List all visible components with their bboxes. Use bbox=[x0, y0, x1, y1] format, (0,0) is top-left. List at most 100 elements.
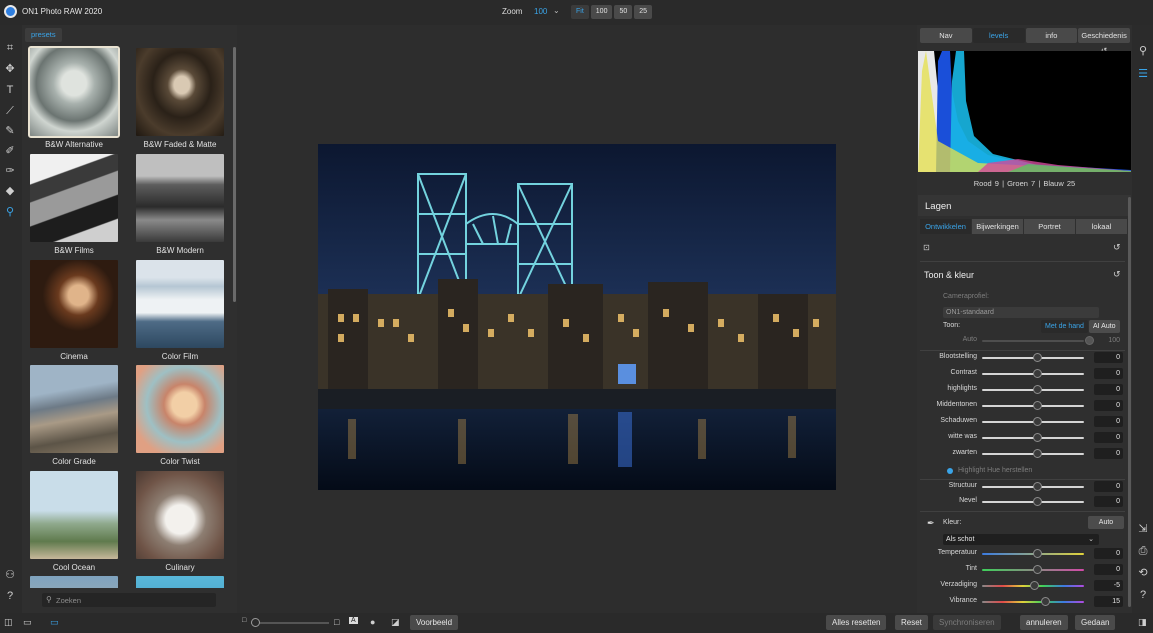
compare-icon[interactable]: □ bbox=[334, 617, 339, 627]
chevron-down-icon[interactable]: ⌄ bbox=[553, 6, 560, 15]
exposure-slider[interactable]: Blootstelling 0 bbox=[917, 352, 1127, 364]
adjustment-brush-icon[interactable]: ✐ bbox=[3, 144, 17, 158]
highlight-hue-toggle[interactable] bbox=[947, 468, 953, 474]
slider-knob[interactable] bbox=[1033, 497, 1042, 506]
zoom-100-button[interactable]: 100 bbox=[590, 5, 613, 19]
masking-brush-icon[interactable]: ✎ bbox=[3, 124, 17, 138]
search-input[interactable] bbox=[56, 594, 211, 606]
slider-knob[interactable] bbox=[1033, 433, 1042, 442]
tone-color-title[interactable]: Toon & kleur bbox=[924, 270, 974, 280]
slider-knob[interactable] bbox=[1033, 482, 1042, 491]
help-icon[interactable]: ? bbox=[3, 589, 17, 603]
slider-knob[interactable] bbox=[1041, 597, 1050, 606]
presets-tab[interactable]: presets bbox=[25, 28, 62, 42]
blacks-slider[interactable]: zwarten 0 bbox=[917, 448, 1127, 460]
preview-button[interactable]: Voorbeeld bbox=[410, 615, 459, 630]
highlights-slider[interactable]: highlights 0 bbox=[917, 384, 1127, 396]
tab-portrait[interactable]: Portret bbox=[1024, 219, 1075, 234]
reset-button[interactable]: Reset bbox=[895, 615, 928, 630]
slider-knob[interactable] bbox=[251, 618, 260, 627]
preset-category[interactable]: Color Grade bbox=[29, 365, 119, 466]
slider-knob[interactable] bbox=[1030, 581, 1039, 590]
tab-local[interactable]: lokaal bbox=[1076, 219, 1127, 234]
haze-slider[interactable]: Nevel 0 bbox=[917, 496, 1127, 508]
clone-stamp-icon[interactable]: ◆ bbox=[3, 184, 17, 198]
slider-value[interactable]: 0 bbox=[1094, 352, 1123, 363]
edit-sliders-icon[interactable]: ☰ bbox=[1136, 67, 1150, 81]
slider-value[interactable]: 0 bbox=[1094, 448, 1123, 459]
preset-category[interactable] bbox=[29, 576, 119, 588]
slider-value[interactable]: 0 bbox=[1094, 496, 1123, 507]
sync-button[interactable]: Synchroniseren bbox=[933, 615, 1001, 630]
auto-text-icon[interactable]: A bbox=[349, 617, 358, 624]
structure-slider[interactable]: Structuur 0 bbox=[917, 481, 1127, 493]
slider-knob[interactable] bbox=[1085, 336, 1094, 345]
reset-all-button[interactable]: Alles resetten bbox=[826, 615, 887, 630]
slider-value[interactable]: 0 bbox=[1094, 432, 1123, 443]
image-canvas[interactable] bbox=[237, 25, 917, 613]
temperature-slider[interactable]: Temperatuur 0 bbox=[917, 548, 1127, 560]
preset-category[interactable]: Culinary bbox=[135, 471, 225, 572]
zoom-50-button[interactable]: 50 bbox=[614, 5, 633, 19]
manual-mode-button[interactable]: Met de hand bbox=[1041, 320, 1088, 333]
single-view-icon[interactable]: ▭ bbox=[50, 617, 59, 628]
eyedropper-icon[interactable]: ✒ bbox=[927, 518, 935, 529]
slider-value[interactable]: 0 bbox=[1094, 548, 1123, 559]
tint-slider[interactable]: Tint 0 bbox=[917, 564, 1127, 576]
preset-category[interactable]: B&W Faded & Matte bbox=[135, 48, 225, 149]
color-auto-button[interactable]: Auto bbox=[1088, 516, 1124, 529]
preset-category[interactable]: Cinema bbox=[29, 260, 119, 361]
presets-scrollbar[interactable] bbox=[233, 47, 236, 302]
slider-value[interactable]: 0 bbox=[1094, 416, 1123, 427]
slider-knob[interactable] bbox=[1033, 417, 1042, 426]
slider-track[interactable] bbox=[982, 340, 1084, 342]
perfect-eraser-icon[interactable]: ✑ bbox=[3, 164, 17, 178]
slider-knob[interactable] bbox=[1033, 449, 1042, 458]
slider-value[interactable]: 0 bbox=[1094, 400, 1123, 411]
text-icon[interactable]: T bbox=[3, 83, 17, 97]
slider-value[interactable]: 0 bbox=[1094, 564, 1123, 575]
zoom-25-button[interactable]: 25 bbox=[634, 5, 653, 19]
retouch-brush-icon[interactable]: ⟋ bbox=[3, 104, 17, 118]
tab-info[interactable]: info bbox=[1025, 28, 1078, 43]
preset-category[interactable]: Color Film bbox=[135, 260, 225, 361]
slider-value[interactable]: 0 bbox=[1094, 368, 1123, 379]
cancel-button[interactable]: annuleren bbox=[1020, 615, 1068, 630]
tab-effects[interactable]: Bijwerkingen bbox=[972, 219, 1023, 234]
saturation-slider[interactable]: Verzadiging -5 bbox=[917, 580, 1127, 592]
slider-knob[interactable] bbox=[1033, 369, 1042, 378]
preset-category[interactable]: B&W Alternative bbox=[28, 46, 120, 149]
photo-preview[interactable] bbox=[318, 144, 836, 490]
midtones-slider[interactable]: Middentonen 0 bbox=[917, 400, 1127, 412]
preset-category[interactable] bbox=[135, 576, 225, 588]
slider-knob[interactable] bbox=[1033, 549, 1042, 558]
help-icon[interactable]: ? bbox=[1136, 588, 1150, 602]
shadows-slider[interactable]: Schaduwen 0 bbox=[917, 416, 1127, 428]
ai-auto-button[interactable]: AI Auto bbox=[1089, 320, 1120, 333]
thumbnail-size-slider[interactable] bbox=[251, 622, 329, 624]
slider-knob[interactable] bbox=[1033, 565, 1042, 574]
auto-slider[interactable]: Auto 100 bbox=[917, 335, 1127, 347]
browse-icon[interactable]: ⚲ bbox=[1136, 44, 1150, 58]
slider-track[interactable] bbox=[982, 601, 1084, 603]
add-layer-icon[interactable]: ⊡ bbox=[923, 243, 930, 252]
camera-profile-field[interactable]: ON1-standaard bbox=[943, 307, 1099, 318]
zoom-tool-icon[interactable]: ⚲ bbox=[3, 205, 17, 219]
before-after-icon[interactable]: ◪ bbox=[391, 617, 400, 628]
transform-icon[interactable]: ✥ bbox=[3, 62, 17, 76]
print-icon[interactable]: ⎙ bbox=[1136, 544, 1150, 558]
mask-overlay-icon[interactable]: ● bbox=[370, 617, 375, 627]
preset-category[interactable]: B&W Films bbox=[29, 154, 119, 255]
share-icon[interactable]: ⟲ bbox=[1136, 566, 1150, 580]
tab-nav[interactable]: Nav bbox=[920, 28, 972, 43]
preset-category[interactable]: Cool Ocean bbox=[29, 471, 119, 572]
toggle-right-panel-icon[interactable]: ◨ bbox=[1138, 617, 1147, 628]
white-balance-select[interactable]: Als schot ⌄ bbox=[943, 534, 1099, 545]
right-panel-scrollbar[interactable] bbox=[1128, 197, 1131, 607]
export-icon[interactable]: ⇲ bbox=[1136, 522, 1150, 536]
whites-slider[interactable]: witte was 0 bbox=[917, 432, 1127, 444]
filmstrip-icon[interactable]: ▭ bbox=[23, 617, 32, 628]
slider-knob[interactable] bbox=[1033, 401, 1042, 410]
zoom-dropdown[interactable]: 100 bbox=[534, 7, 547, 16]
preset-category[interactable]: Color Twist bbox=[135, 365, 225, 466]
